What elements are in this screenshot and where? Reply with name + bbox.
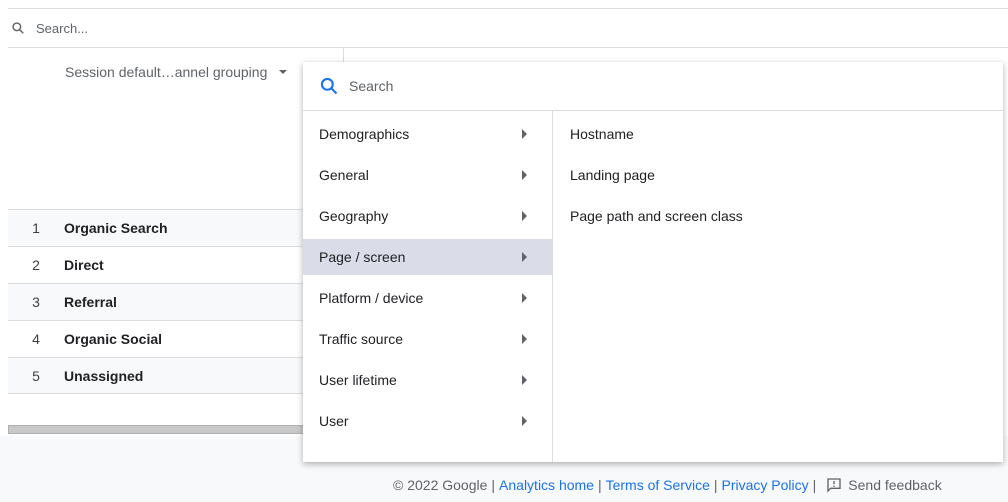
category-label: User <box>319 413 349 429</box>
privacy-link[interactable]: Privacy Policy <box>722 477 809 493</box>
search-icon <box>12 22 24 34</box>
category-list: Demographics General Geography Page / scree… <box>303 111 553 462</box>
category-item[interactable]: User <box>303 403 552 439</box>
row-index: 2 <box>32 257 40 273</box>
terms-link[interactable]: Terms of Service <box>606 477 710 493</box>
chevron-right-icon <box>522 293 527 303</box>
chevron-right-icon <box>522 252 527 262</box>
row-index: 4 <box>32 331 40 347</box>
chevron-right-icon <box>522 170 527 180</box>
table-row[interactable]: 3 Referral <box>8 283 308 320</box>
category-label: Page / screen <box>319 249 406 265</box>
separator: | <box>812 477 817 493</box>
category-item[interactable]: Traffic source <box>303 321 552 357</box>
dimension-option[interactable]: Hostname <box>554 116 1003 152</box>
separator: | <box>713 477 718 493</box>
category-item[interactable]: Page / screen <box>303 239 552 275</box>
table-search[interactable]: Search... <box>8 9 1008 48</box>
dimension-option[interactable]: Landing page <box>554 157 1003 193</box>
popup-search[interactable]: Search <box>303 62 1003 111</box>
category-item[interactable]: Platform / device <box>303 280 552 316</box>
footer-links: © 2022 Google | Analytics home | Terms o… <box>393 477 942 493</box>
feedback-icon <box>827 478 841 493</box>
category-label: Traffic source <box>319 331 404 347</box>
chevron-right-icon <box>522 211 527 221</box>
dimension-picker-popup: Search Demographics General Geography Page … <box>303 62 1003 462</box>
popup-search-input[interactable]: Search <box>349 78 393 94</box>
category-label: User lifetime <box>319 372 397 388</box>
category-label: Platform / device <box>319 290 424 306</box>
search-icon <box>320 77 338 95</box>
row-index: 1 <box>32 220 40 236</box>
category-item[interactable]: User lifetime <box>303 362 552 398</box>
category-item[interactable]: Geography <box>303 198 552 234</box>
category-label: General <box>319 167 369 183</box>
dimension-label: Session default…annel grouping <box>65 64 268 80</box>
table-row[interactable]: 4 Organic Social <box>8 320 308 357</box>
horizontal-scrollbar[interactable] <box>8 425 308 434</box>
dimension-option[interactable]: Page path and screen class <box>554 198 1003 234</box>
option-list: Hostname Landing page Page path and screen… <box>554 111 1003 462</box>
separator: | <box>597 477 602 493</box>
table-row[interactable]: 1 Organic Search <box>8 209 308 246</box>
table-row[interactable]: 5 Unassigned <box>8 357 308 394</box>
category-item[interactable]: General <box>303 157 552 193</box>
row-label: Direct <box>64 257 104 273</box>
row-label: Unassigned <box>64 367 144 384</box>
chevron-right-icon <box>522 416 527 426</box>
chevron-right-icon <box>522 129 527 139</box>
row-label: Organic Social <box>64 331 163 347</box>
separator: | <box>491 477 496 493</box>
row-index: 3 <box>32 294 40 310</box>
category-label: Demographics <box>319 126 410 142</box>
category-item[interactable]: Demographics <box>303 116 552 152</box>
dimension-selector[interactable]: Session default…annel grouping <box>65 64 288 80</box>
dropdown-caret-icon <box>279 70 288 74</box>
analytics-home-link[interactable]: Analytics home <box>499 477 594 493</box>
row-label: Referral <box>64 294 117 310</box>
chevron-right-icon <box>522 375 527 385</box>
copyright: © 2022 Google <box>393 477 488 493</box>
send-feedback-button[interactable]: Send feedback <box>826 477 942 493</box>
category-label: Geography <box>319 208 389 224</box>
data-table: 1 Organic Search 2 Direct 3 Referral 4 Organic … <box>8 209 308 394</box>
row-index: 5 <box>32 367 40 384</box>
send-feedback-label: Send feedback <box>848 477 942 493</box>
chevron-right-icon <box>522 334 527 344</box>
table-row[interactable]: 2 Direct <box>8 246 308 283</box>
row-label: Organic Search <box>64 220 168 236</box>
search-input[interactable]: Search... <box>36 21 88 36</box>
